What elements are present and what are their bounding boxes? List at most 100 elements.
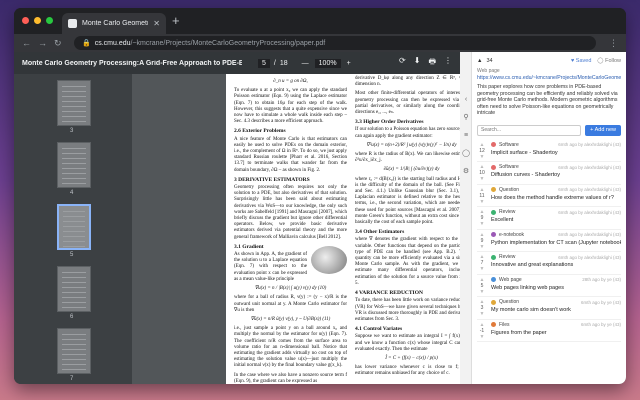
thumbnail-text-line	[62, 101, 86, 102]
pin-icon[interactable]: ⚲	[462, 114, 470, 122]
section-heading: 2.6 Exterior Problems	[234, 128, 286, 135]
zoom-out-button[interactable]: —	[302, 60, 309, 67]
thumbnail-text-line	[62, 153, 86, 154]
reload-icon[interactable]: ↻	[54, 36, 62, 50]
downvote-icon[interactable]: ▼	[480, 221, 485, 227]
resource-item[interactable]: ▲ 5 ▼ Web page 28th ago by ye (43) Web pages …	[477, 275, 621, 298]
zoom-controls: — 100% +	[302, 58, 351, 68]
add-new-label: Add new	[594, 126, 616, 133]
resource-meta: 6mth ago by alexhrdaklighi (43)	[558, 142, 621, 148]
minimize-window-dot[interactable]	[34, 17, 41, 24]
resource-item[interactable]: ▲ 9 ▼ e-notebook 6mth ago by alexhrdaklighi …	[477, 230, 621, 253]
download-icon[interactable]: ⬇	[414, 56, 421, 70]
resource-body: Review 6mth ago by alexhrdaklighi (43) Exc…	[491, 209, 621, 229]
equation: Î = C + (f(x) − c(x)) / p(x)	[385, 355, 438, 361]
thumbnail-text-line	[62, 282, 86, 283]
thumbnail-text-line	[63, 211, 85, 212]
vote-control: ▲ 9 ▼	[477, 209, 487, 229]
page-actions: ♥ Saved ◯ Follow	[571, 58, 621, 64]
tab-close-icon[interactable]: ✕	[153, 19, 160, 28]
paragraph: Suppose we want to estimate an integral …	[355, 334, 460, 352]
search-row: + Add new	[477, 124, 621, 136]
maximize-window-dot[interactable]	[46, 17, 53, 24]
resource-type: Question	[499, 186, 520, 193]
resource-title[interactable]: Implicit surface - Shadertoy	[491, 150, 621, 156]
zoom-level[interactable]: 100%	[314, 58, 341, 68]
pdf-viewer[interactable]: 3 4 5 6 7 ∂_n u = g on ∂Ω, To evaluate u at a…	[14, 74, 460, 384]
resource-item[interactable]: ▲ 11 ▼ Question 6mth ago by alexhrdaklighi (…	[477, 185, 621, 208]
browser-menu-icon[interactable]: ⋮	[609, 36, 618, 50]
downvote-icon[interactable]: ▼	[480, 266, 485, 272]
follow-button[interactable]: ◯ Follow	[597, 58, 621, 64]
downvote-icon[interactable]: ▼	[480, 311, 485, 317]
downvote-icon[interactable]: ▼	[480, 289, 485, 295]
add-new-button[interactable]: + Add new	[585, 124, 621, 136]
user-icon[interactable]: ◯	[462, 150, 470, 158]
resource-item[interactable]: ▲ 10 ▼ Software 6mth ago by alexhrdaklighi (…	[477, 162, 621, 185]
section-heading: 3.3 Higher Order Derivatives	[355, 119, 424, 126]
resource-title[interactable]: My monte carlo sim doesn't work	[491, 307, 621, 313]
resource-item[interactable]: ▲ 7 ▼ Review 6mth ago by alexhrdaklighi (43)…	[477, 252, 621, 275]
paragraph: To date, there has been little work on v…	[355, 298, 460, 322]
url-path: /~kmcrane/Projects/MonteCarloGeometryPro…	[130, 39, 326, 47]
resource-item[interactable]: ▲ -1 ▼ Files 6mth ago by ye (43) Figures from…	[477, 320, 621, 343]
resource-item[interactable]: ▲ 9 ▼ Review 6mth ago by alexhrdaklighi (43)…	[477, 207, 621, 230]
downvote-icon[interactable]: ▼	[480, 176, 485, 182]
rotate-icon[interactable]: ⟳	[399, 56, 406, 70]
downvote-icon[interactable]: ▼	[480, 199, 485, 205]
equation: ∂̂u(x) = 1/|B| ∫ (∂u/∂ν)(y) dy	[383, 167, 440, 173]
resource-meta: 6mth ago by alexhrdaklighi (43)	[558, 164, 621, 170]
resource-type: e-notebook	[499, 231, 525, 238]
thumbnail-sidebar: 3 4 5 6 7	[14, 74, 132, 384]
page-thumbnail[interactable]	[57, 328, 91, 374]
address-bar[interactable]: 🔒 cs.cmu.edu/~kmcrane/Projects/MonteCarl…	[74, 36, 596, 50]
type-icon	[491, 254, 496, 260]
downvote-icon[interactable]: ▼	[480, 334, 485, 340]
new-tab-button[interactable]: +	[172, 14, 180, 28]
chevron-left-icon[interactable]: ‹	[462, 96, 470, 104]
thumbnail-text-line	[63, 246, 85, 247]
paragraph: Geometry processing often requires not o…	[234, 185, 347, 240]
search-input[interactable]	[477, 124, 582, 136]
thumbnail-page-number: 4	[70, 190, 74, 196]
vote-control: ▲ -1 ▼	[477, 322, 487, 342]
resource-list: ▲ 12 ▼ Software 6mth ago by alexhrdaklighi (…	[477, 140, 621, 343]
saved-button[interactable]: ♥ Saved	[571, 58, 591, 64]
downvote-icon[interactable]: ▼	[480, 244, 485, 250]
resource-item[interactable]: ▲ 3 ▼ Question 6mth ago by ye (43) My monte c…	[477, 297, 621, 320]
page-link[interactable]: https://www.cs.cmu.edu/~kmcrane/Projects…	[477, 75, 621, 81]
page-thumbnail[interactable]	[57, 204, 91, 250]
resource-title[interactable]: Python implementation for CT scan (Jupyt…	[491, 240, 621, 246]
resource-title[interactable]: Innovative and great explanations	[491, 262, 621, 268]
pdf-page: ∂_n u = g on ∂Ω, To evaluate u at a point…	[226, 74, 460, 384]
resource-header: Software 6mth ago by alexhrdaklighi (43)	[491, 164, 621, 170]
zoom-in-button[interactable]: +	[347, 60, 351, 67]
thumbnail-text-line	[62, 349, 86, 350]
gear-icon[interactable]: ⚙	[462, 168, 470, 176]
resource-item[interactable]: ▲ 12 ▼ Software 6mth ago by alexhrdaklighi (…	[477, 140, 621, 163]
browser-tab[interactable]: Monte Carlo Geometry Processing ✕	[62, 13, 166, 34]
resource-title[interactable]: Excellent	[491, 217, 621, 223]
section-heading: 3.4 Other Estimators	[355, 229, 405, 236]
sidebar-rail: ‹ ⚲ ≡ ◯ ⚙	[460, 52, 472, 384]
thumbnail-text-line	[62, 116, 86, 117]
page-thumbnail[interactable]	[57, 266, 91, 312]
back-icon[interactable]: ←	[22, 36, 31, 50]
forward-icon[interactable]: →	[38, 36, 47, 50]
tab-title: Monte Carlo Geometry Processing	[82, 20, 148, 27]
close-window-dot[interactable]	[22, 17, 29, 24]
section-heading: 4.1 Control Variates	[355, 326, 403, 333]
resource-title[interactable]: How does the method handle extreme value…	[491, 195, 621, 201]
resource-title[interactable]: Figures from the paper	[491, 330, 621, 336]
page-thumbnail[interactable]	[57, 80, 91, 126]
layers-icon[interactable]: ≡	[462, 132, 470, 140]
resource-title[interactable]: Diffusion curves - Shadertoy	[491, 172, 621, 178]
page-number-input[interactable]: 5	[258, 58, 270, 68]
resource-title[interactable]: Web pages linking web pages	[491, 285, 621, 291]
page-vote-icon[interactable]: ▲	[477, 58, 482, 64]
downvote-icon[interactable]: ▼	[480, 154, 485, 160]
thumbnail-text-line	[62, 158, 86, 159]
pdf-more-icon[interactable]: ⋮	[444, 56, 452, 70]
print-icon[interactable]: 🖶	[428, 56, 436, 70]
page-thumbnail[interactable]	[57, 142, 91, 188]
